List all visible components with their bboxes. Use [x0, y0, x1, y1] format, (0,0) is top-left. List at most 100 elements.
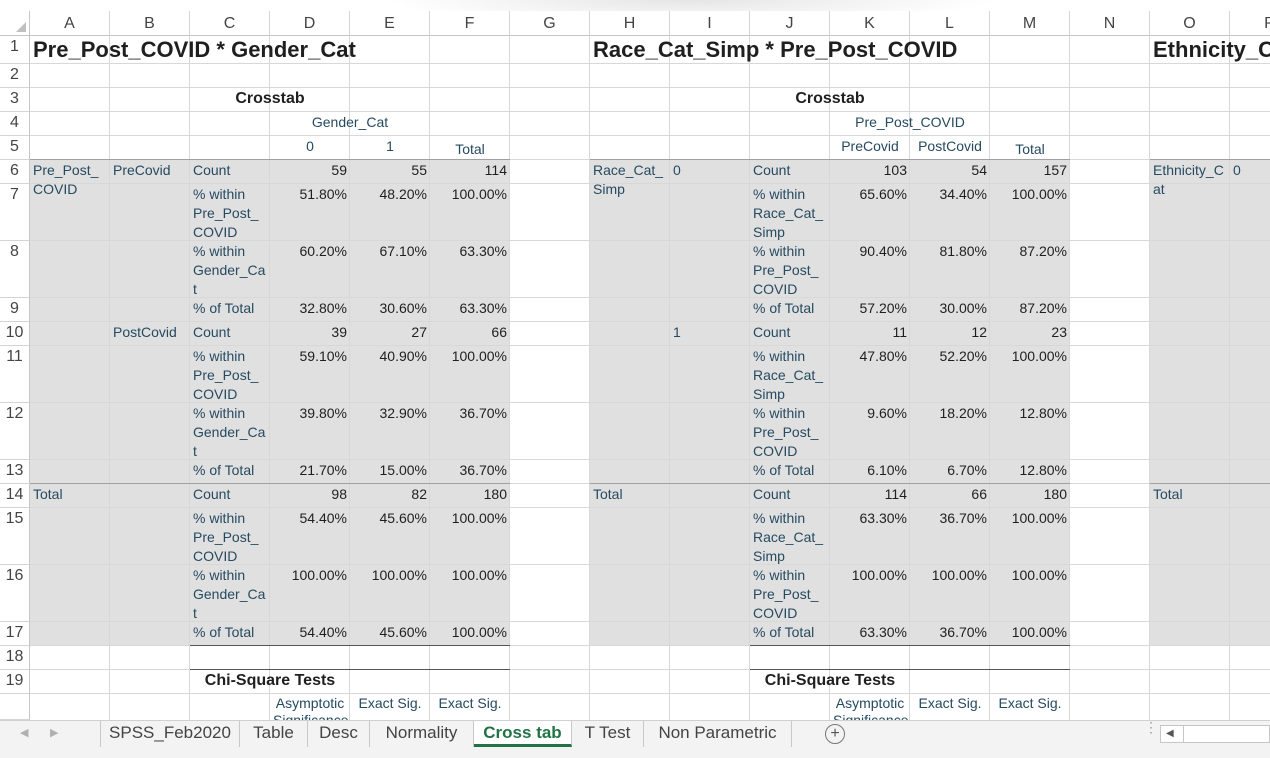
row-header-16[interactable]: 16	[0, 565, 30, 622]
right-stat-label: % within Race_Cat_ Simp	[753, 348, 824, 402]
column-header-I[interactable]: I	[670, 11, 750, 36]
column-header-E[interactable]: E	[350, 11, 430, 36]
column-header-O[interactable]: O	[1150, 11, 1230, 36]
left-value-cell: 100.00%	[291, 567, 347, 583]
left-chi-header: Asymptotic Significance	[273, 695, 349, 720]
row-header-17[interactable]: 17	[0, 622, 30, 646]
right-title: Race_Cat_Simp * Pre_Post_COVID	[593, 37, 958, 62]
left-value-cell: 55	[411, 162, 427, 178]
right-value-cell: 57.20%	[859, 300, 907, 316]
row-header-3[interactable]: 3	[0, 88, 30, 112]
left-value-cell: 27	[411, 324, 427, 340]
left-value-cell: 45.60%	[379, 624, 427, 640]
left-stat-label: % within Pre_Post_ COVID	[193, 510, 259, 564]
left-col-var-label: Gender_Cat	[311, 114, 389, 130]
left-value-cell: 15.00%	[379, 462, 427, 478]
right-value-cell: 114	[884, 486, 907, 502]
right-value-cell: 63.30%	[859, 624, 907, 640]
right-stat-label: Count	[753, 324, 791, 340]
right-value-cell: 18.20%	[939, 405, 987, 421]
column-header-F[interactable]: F	[430, 11, 510, 36]
left-value-cell: 100.00%	[451, 624, 507, 640]
left-value-cell: 59.10%	[299, 348, 347, 364]
left-title: Pre_Post_COVID * Gender_Cat	[33, 37, 356, 62]
prev-sheet-arrow-icon[interactable]: ◀	[20, 726, 28, 739]
sheet-tab-spss-feb2020[interactable]: SPSS_Feb2020	[100, 721, 240, 747]
right-chi-title: Chi-Square Tests	[764, 672, 896, 689]
right-value-cell: 100.00%	[1011, 624, 1067, 640]
horizontal-scrollbar[interactable]: ◀	[1160, 725, 1270, 743]
sheet-tab-t-test[interactable]: T Test	[572, 721, 644, 747]
left-value-cell: 59	[331, 162, 347, 178]
column-header-K[interactable]: K	[830, 11, 910, 36]
left-value-cell: 40.90%	[379, 348, 427, 364]
right-value-cell: 47.80%	[859, 348, 907, 364]
row-header-19[interactable]: 19	[0, 670, 30, 694]
sheet-tab-bar: ◀ ▶ SPSS_Feb2020 Table Desc Normality Cross …	[0, 720, 1270, 758]
sheet-tab-cross-tab[interactable]: Cross tab	[474, 721, 572, 747]
right-value-cell: 100.00%	[1011, 348, 1067, 364]
add-sheet-plus-icon[interactable]: +	[825, 724, 845, 744]
column-header-H[interactable]: H	[590, 11, 670, 36]
left-value-cell: 39.80%	[299, 405, 347, 421]
left-value-cell: 45.60%	[379, 510, 427, 526]
vertical-ellipsis-icon[interactable]: ⋮	[1144, 720, 1158, 734]
column-header-N[interactable]: N	[1070, 11, 1150, 36]
row-header-1[interactable]: 1	[0, 36, 30, 64]
partial-group-label: 0	[1233, 162, 1241, 178]
left-value-cell: 54.40%	[299, 624, 347, 640]
right-value-cell: 65.60%	[859, 186, 907, 202]
left-value-cell: 54.40%	[299, 510, 347, 526]
row-header-4[interactable]: 4	[0, 112, 30, 136]
left-value-cell: 21.70%	[299, 462, 347, 478]
right-chi-header: Exact Sig.	[918, 695, 982, 711]
right-value-cell: 9.60%	[867, 405, 907, 421]
left-value-cell: 36.70%	[459, 405, 507, 421]
partial-row-var-label: Ethnicity_C at	[1153, 162, 1224, 197]
spreadsheet-grid[interactable]: Pre_Post_COVID * Gender_Cat Crosstab Gende…	[0, 0, 1270, 720]
right-value-cell: 87.20%	[1019, 243, 1067, 259]
partial-group-label: 1	[1230, 322, 1270, 346]
scroll-left-arrow-icon[interactable]: ◀	[1166, 728, 1174, 739]
column-header-M[interactable]: M	[990, 11, 1070, 36]
partial-title: Ethnicity_C	[1153, 37, 1270, 62]
column-header-C[interactable]: C	[190, 11, 270, 36]
column-header-G[interactable]: G	[510, 11, 590, 36]
right-value-cell: 36.70%	[939, 510, 987, 526]
column-header-A[interactable]: A	[30, 11, 110, 36]
right-value-cell: 87.20%	[1019, 300, 1067, 316]
left-value-cell: 67.10%	[379, 243, 427, 259]
row-header-2[interactable]: 2	[0, 64, 30, 88]
left-stat-label: % of Total	[193, 462, 255, 478]
right-chi-header: Asymptotic Significance	[833, 695, 909, 720]
next-sheet-arrow-icon[interactable]: ▶	[50, 726, 58, 739]
column-header-D[interactable]: D	[270, 11, 350, 36]
column-header-J[interactable]: J	[750, 11, 830, 36]
right-col-var-label: Pre_Post_COVID	[855, 114, 965, 130]
left-group-label: PreCovid	[113, 162, 171, 178]
right-value-cell: 12.80%	[1019, 462, 1067, 478]
right-value-cell: 30.00%	[939, 300, 987, 316]
left-stat-label: Count	[193, 162, 231, 178]
column-header-B[interactable]: B	[110, 11, 190, 36]
left-value-cell: 60.20%	[299, 243, 347, 259]
sheet-tab-desc[interactable]: Desc	[308, 721, 370, 747]
left-stat-label: % within Pre_Post_ COVID	[193, 348, 259, 402]
right-stat-label: Count	[753, 162, 791, 178]
row-header-8[interactable]: 8	[0, 241, 30, 298]
left-total-label: Total	[33, 486, 63, 502]
row-header-18[interactable]: 18	[0, 646, 30, 670]
sheet-tab-non-parametric[interactable]: Non Parametric	[644, 721, 792, 747]
row-header-partial[interactable]	[0, 694, 30, 720]
right-group-label: 1	[673, 324, 681, 340]
sheet-tab-normality[interactable]: Normality	[370, 721, 474, 747]
scroll-thumb[interactable]	[1183, 726, 1184, 742]
left-stat-label: % of Total	[193, 300, 255, 316]
column-header-P[interactable]: P	[1230, 11, 1270, 36]
left-stat-label: % within Gender_Ca t	[193, 567, 266, 621]
right-value-cell: 100.00%	[1011, 186, 1067, 202]
sheet-tab-table[interactable]: Table	[240, 721, 308, 747]
column-header-L[interactable]: L	[910, 11, 990, 36]
row-header-12[interactable]: 12	[0, 403, 30, 460]
right-row-var-label: Race_Cat_ Simp	[593, 162, 664, 197]
